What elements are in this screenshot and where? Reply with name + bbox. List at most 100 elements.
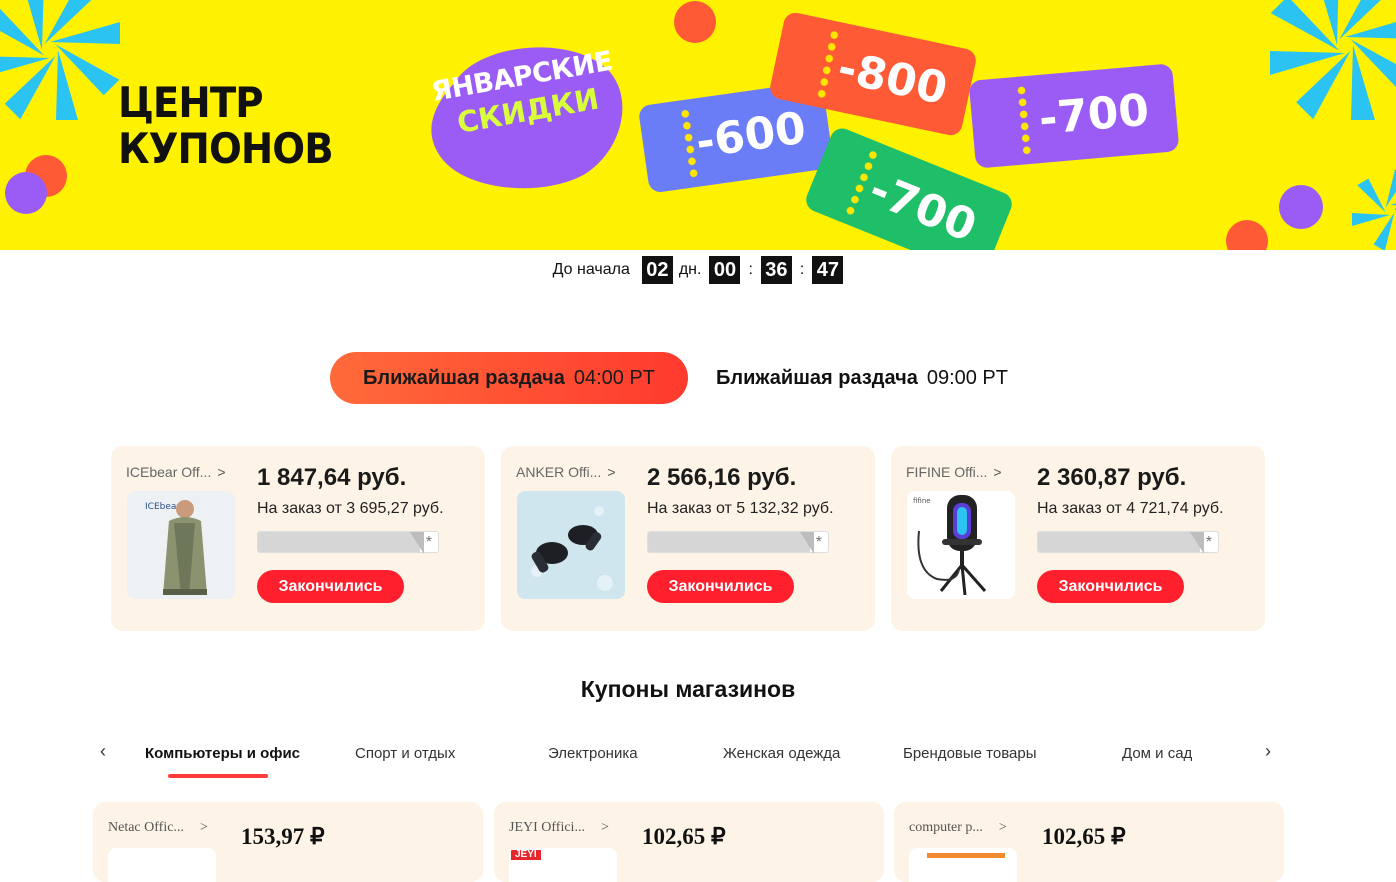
tab-electronics[interactable]: Электроника: [548, 745, 638, 762]
svg-text:fifine: fifine: [913, 497, 931, 505]
chevron-right-icon: >: [993, 464, 1002, 480]
chevron-right-icon: >: [199, 820, 208, 835]
tab-computers-office[interactable]: Компьютеры и офис: [145, 745, 300, 762]
ticket-value: -700: [1036, 84, 1151, 145]
countdown: До начала 02 дн. 00 : 36 : 47: [0, 256, 1396, 284]
chevron-left-icon[interactable]: ‹: [100, 741, 106, 762]
tab-home-garden[interactable]: Дом и сад: [1122, 745, 1192, 762]
coupon-value: 1 847,64 руб.: [257, 464, 407, 491]
store-name: computer p...: [909, 820, 983, 835]
store-link[interactable]: FIFINE Offi... >: [906, 464, 1002, 480]
product-image[interactable]: fifine: [907, 491, 1015, 599]
store-name: ANKER Offi...: [516, 464, 602, 480]
tab-giveaway-0900[interactable]: Ближайшая раздача 09:00 PT: [716, 352, 1046, 404]
progress-fold-icon: [410, 532, 424, 554]
earbuds-product-icon: [517, 491, 625, 599]
tab-giveaway-0400[interactable]: Ближайшая раздача 04:00 PT: [330, 352, 688, 404]
microphone-product-icon: fifine: [907, 491, 1015, 599]
active-tab-indicator: [168, 774, 268, 778]
min-order: На заказ от 5 132,32 руб.: [647, 500, 834, 517]
store-logo: JEYI: [509, 848, 617, 882]
countdown-separator: :: [748, 261, 753, 278]
circle-decoration-icon: [1226, 220, 1268, 250]
circle-decoration-icon: [1279, 185, 1323, 229]
store-coupon-card: JEYI Offici... > JEYI 102,65 ₽: [494, 802, 884, 882]
sold-out-button[interactable]: Закончились: [257, 570, 404, 603]
coupon-value: 2 360,87 руб.: [1037, 464, 1187, 491]
section-title: Купоны магазинов: [580, 676, 796, 702]
deal-card: FIFINE Offi... > fifine 2 360,87 руб. На …: [891, 446, 1265, 631]
store-logo-strip: [927, 853, 1005, 858]
ticket-value: -800: [833, 41, 952, 115]
starburst-decoration-icon: [0, 0, 120, 120]
coupon-value: 102,65 ₽: [642, 824, 726, 849]
store-logo: [108, 848, 216, 882]
tab-brand-goods[interactable]: Брендовые товары: [903, 745, 1036, 762]
min-order: На заказ от 3 695,27 руб.: [257, 500, 444, 517]
promo-banner[interactable]: ЦЕНТР КУПОНОВ ЯНВАРСКИЕ СКИДКИ -600 -800…: [0, 0, 1396, 250]
coupon-value: 102,65 ₽: [1042, 824, 1126, 849]
product-image[interactable]: ICEbear: [127, 491, 235, 599]
claim-progress-bar: *: [647, 531, 829, 554]
schedule-time: 04:00 PT: [573, 366, 655, 389]
banner-title-line: ЦЕНТР: [118, 78, 264, 127]
progress-fill: [648, 532, 810, 552]
store-name: Netac Offic...: [108, 820, 184, 835]
store-coupon-card: Netac Offic... > 153,97 ₽: [93, 802, 483, 882]
svg-text:ICEbear: ICEbear: [145, 502, 180, 512]
sold-out-button[interactable]: Закончились: [1037, 570, 1184, 603]
category-tabs: ‹ Компьютеры и офис Спорт и отдых Электр…: [92, 735, 1282, 785]
banner-title: ЦЕНТР КУПОНОВ: [118, 78, 334, 173]
ticket-value: -700: [862, 163, 984, 250]
store-logo-text: JEYI: [511, 850, 541, 860]
store-name: JEYI Offici...: [509, 820, 585, 835]
schedule-time: 09:00 PT: [926, 366, 1008, 389]
progress-fill: [1038, 532, 1200, 552]
star-icon: *: [1205, 534, 1212, 551]
store-link[interactable]: ICEbear Off... >: [126, 464, 226, 480]
coat-product-icon: ICEbear: [127, 491, 235, 599]
store-logo: [909, 848, 1017, 882]
deal-card: ANKER Offi... > 2 566,16 руб. На заказ от…: [501, 446, 875, 631]
countdown-seconds: 47: [812, 256, 844, 284]
schedule-label: Ближайшая раздача: [363, 366, 565, 389]
claim-progress-bar: *: [1037, 531, 1219, 554]
store-link[interactable]: computer p... >: [909, 820, 1007, 836]
star-icon: *: [425, 534, 432, 551]
deal-card: ICEbear Off... > ICEbear 1 847,64 руб. На…: [111, 446, 485, 631]
schedule-label: Ближайшая раздача: [716, 366, 918, 389]
banner-title-line: КУПОНОВ: [118, 124, 334, 173]
tab-womens-clothing[interactable]: Женская одежда: [723, 745, 840, 762]
store-name: ICEbear Off...: [126, 464, 212, 480]
store-coupon-card: computer p... > 102,65 ₽: [894, 802, 1284, 882]
progress-fold-icon: [800, 532, 814, 554]
store-name: FIFINE Offi...: [906, 464, 988, 480]
progress-fold-icon: [1190, 532, 1204, 554]
chevron-right-icon: >: [600, 820, 609, 835]
coupon-value: 2 566,16 руб.: [647, 464, 797, 491]
tab-sport-leisure[interactable]: Спорт и отдых: [355, 745, 455, 762]
starburst-decoration-icon: [1352, 170, 1396, 250]
chevron-right-icon: >: [607, 464, 616, 480]
coupon-ticket: -700: [968, 63, 1180, 169]
min-order: На заказ от 4 721,74 руб.: [1037, 500, 1224, 517]
countdown-days: 02: [641, 256, 673, 284]
coupon-value: 153,97 ₽: [241, 824, 325, 849]
chevron-right-icon: >: [217, 464, 226, 480]
chevron-right-icon[interactable]: ›: [1265, 741, 1271, 762]
star-icon: *: [815, 534, 822, 551]
store-link[interactable]: Netac Offic... >: [108, 820, 208, 836]
product-image[interactable]: [517, 491, 625, 599]
store-link[interactable]: ANKER Offi... >: [516, 464, 616, 480]
countdown-minutes: 36: [760, 256, 792, 284]
countdown-hours: 00: [709, 256, 741, 284]
progress-fill: [258, 532, 420, 552]
circle-decoration-icon: [674, 1, 716, 43]
countdown-days-unit: дн.: [678, 261, 702, 278]
countdown-separator: :: [799, 261, 805, 278]
countdown-label: До начала: [552, 261, 630, 278]
sold-out-button[interactable]: Закончились: [647, 570, 794, 603]
starburst-decoration-icon: [1270, 0, 1396, 120]
claim-progress-bar: *: [257, 531, 439, 554]
store-link[interactable]: JEYI Offici... >: [509, 820, 609, 836]
